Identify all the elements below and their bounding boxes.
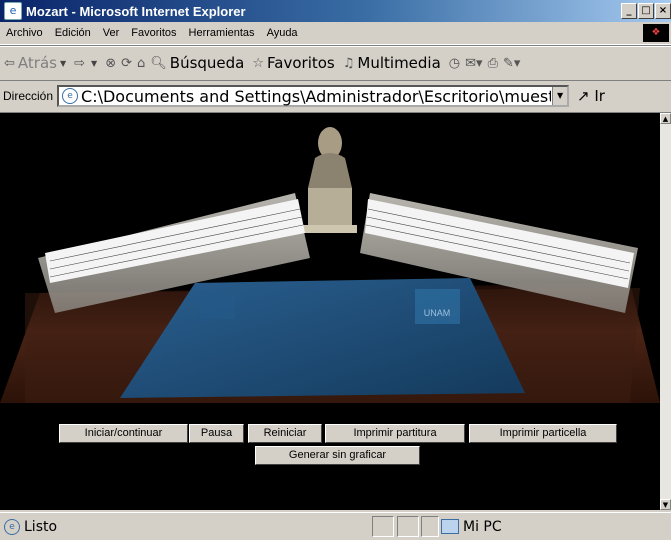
mozart-bust-icon: [303, 127, 357, 233]
print-icon[interactable]: ⎙: [488, 56, 498, 71]
menu-favoritos[interactable]: Favoritos: [125, 27, 182, 39]
stop-icon[interactable]: ⊗: [105, 56, 116, 71]
print-part-button[interactable]: Imprimir particella: [469, 424, 617, 443]
go-button[interactable]: ↗ Ir: [577, 87, 605, 105]
back-label: Atrás: [17, 54, 57, 72]
back-button[interactable]: ⇦ Atrás ▼: [4, 54, 66, 72]
favorites-label: Favoritos: [267, 54, 335, 72]
chevron-down-icon: ▼: [59, 58, 67, 68]
standard-toolbar: ⇦ Atrás ▼ ⇨ ▼ ⊗ ⟳ ⌂ 🔍︎ Búsqueda ☆ Favori…: [0, 45, 671, 81]
status-label: Listo: [24, 518, 58, 535]
window-title: Mozart - Microsoft Internet Explorer: [26, 3, 246, 19]
multimedia-button[interactable]: ♫ Multimedia: [343, 54, 441, 72]
menu-bar: Archivo Edición Ver Favoritos Herramient…: [0, 22, 671, 45]
go-arrow-icon: ↗: [577, 87, 590, 105]
print-score-button[interactable]: Imprimir partitura: [325, 424, 465, 443]
restart-button[interactable]: Reiniciar: [248, 424, 322, 443]
status-panel: [372, 516, 394, 537]
scroll-up-icon[interactable]: ▲: [660, 113, 671, 124]
forward-arrow-icon: ⇨: [74, 55, 86, 71]
search-icon: 🔍︎: [150, 55, 167, 71]
status-panel: [421, 516, 439, 537]
favorites-icon: ☆: [252, 55, 265, 71]
windows-logo-icon: ❖: [643, 24, 669, 42]
status-panel: [397, 516, 419, 537]
history-icon[interactable]: ◷: [449, 56, 460, 71]
edit-icon[interactable]: ✎▾: [503, 56, 520, 71]
menu-archivo[interactable]: Archivo: [0, 27, 49, 39]
chevron-down-icon: ▼: [91, 58, 98, 68]
pause-button[interactable]: Pausa: [189, 424, 244, 443]
menu-edicion[interactable]: Edición: [49, 27, 97, 39]
address-label: Dirección: [3, 89, 54, 103]
minimize-button[interactable]: _: [621, 3, 637, 19]
favorites-button[interactable]: ☆ Favoritos: [252, 54, 334, 72]
back-arrow-icon: ⇦: [4, 55, 15, 71]
window-controls: _ □ ×: [621, 3, 671, 19]
page-icon: e: [62, 88, 79, 104]
status-bar: e Listo Mi PC: [0, 512, 671, 540]
menu-ver[interactable]: Ver: [97, 27, 126, 39]
security-zone: Mi PC: [441, 516, 502, 537]
home-icon[interactable]: ⌂: [137, 56, 145, 71]
close-button[interactable]: ×: [655, 3, 671, 19]
go-label: Ir: [594, 87, 605, 105]
scroll-down-icon[interactable]: ▼: [660, 499, 671, 510]
address-bar: Dirección e C:\Documents and Settings\Ad…: [0, 80, 671, 113]
search-label: Búsqueda: [169, 54, 245, 72]
status-message: e Listo: [4, 518, 58, 535]
address-input[interactable]: e C:\Documents and Settings\Administrado…: [57, 85, 570, 107]
vertical-scrollbar[interactable]: ▲ ▼: [660, 113, 671, 510]
my-computer-icon: [441, 519, 459, 534]
folder-label: UNAM: [424, 308, 451, 318]
address-value[interactable]: C:\Documents and Settings\Administrador\…: [81, 87, 551, 106]
search-button[interactable]: 🔍︎ Búsqueda: [150, 54, 244, 72]
start-continue-button[interactable]: Iniciar/continuar: [59, 424, 188, 443]
maximize-button[interactable]: □: [638, 3, 654, 19]
address-dropdown-icon[interactable]: ▼: [552, 87, 568, 105]
refresh-icon[interactable]: ⟳: [121, 56, 132, 71]
zone-label: Mi PC: [463, 518, 502, 535]
page-status-icon: e: [4, 518, 20, 535]
generate-without-graphics-button[interactable]: Generar sin graficar: [255, 446, 420, 465]
page-content: UNAM Iniciar/continuar Pausa Reiniciar I…: [0, 113, 660, 510]
title-bar: e Mozart - Microsoft Internet Explorer _…: [0, 0, 671, 22]
mail-icon[interactable]: ✉▾: [465, 56, 482, 71]
menu-herramientas[interactable]: Herramientas: [183, 27, 261, 39]
multimedia-label: Multimedia: [357, 54, 441, 72]
multimedia-icon: ♫: [342, 55, 355, 71]
forward-button[interactable]: ⇨ ▼: [74, 56, 97, 71]
mozart-3d-scene[interactable]: UNAM: [0, 113, 660, 403]
ie-app-icon[interactable]: e: [4, 2, 22, 20]
menu-ayuda[interactable]: Ayuda: [261, 27, 304, 39]
